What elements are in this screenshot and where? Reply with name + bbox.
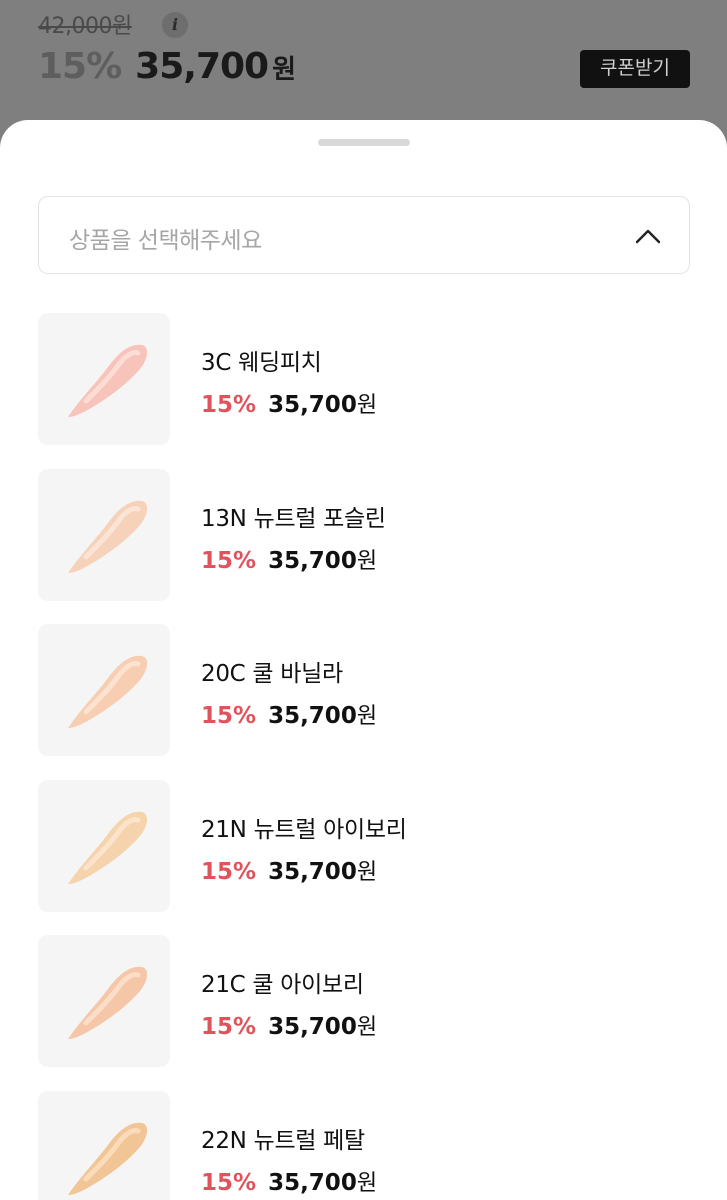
swatch-thumbnail [38,468,170,601]
option-currency-unit: 원 [356,1170,378,1196]
swatch-image [68,655,148,728]
option-discount-rate: 15% [201,547,257,574]
option-price: 35,700 [268,392,357,418]
sale-price: 35,700 [135,46,269,87]
sheet-grab-handle[interactable] [318,139,410,146]
swatch-image [68,811,148,884]
option-select-dropdown[interactable]: 상품을 선택해주세요 [38,196,690,274]
option-currency-unit: 원 [356,393,378,418]
swatch-thumbnail [38,1090,170,1200]
option-price-line: 15% 35,700 원 [201,387,377,419]
option-name: 13N 뉴트럴 포슬린 [201,505,386,532]
option-price: 35,700 [268,858,357,885]
option-item[interactable]: 3C 웨딩피치 15% 35,700 원 [38,313,690,469]
option-name: 3C 웨딩피치 [201,350,322,376]
swatch-thumbnail [38,779,170,912]
option-name: 20C 쿨 바닐라 [201,661,343,687]
option-price-line: 15% 35,700 원 [201,698,377,730]
option-price: 35,700 [268,1169,357,1196]
option-discount-rate: 15% [201,1014,257,1040]
option-currency-unit: 원 [356,704,378,729]
option-list: 3C 웨딩피치 15% 35,700 원 13N 뉴트럴 포슬린 15% 35,7… [38,313,690,1200]
swatch-thumbnail [38,935,170,1067]
option-item[interactable]: 21C 쿨 아이보리 15% 35,700 원 [38,935,690,1091]
option-price: 35,700 [268,1014,357,1040]
sale-price-line: 15% 35,700 원 [38,46,296,87]
option-discount-rate: 15% [201,703,257,729]
currency-unit: 원 [272,55,297,85]
discount-rate: 15% [38,46,122,87]
option-bottom-sheet: 상품을 선택해주세요 3C 웨딩피치 15% 35,700 원 13N 뉴트럴 포… [0,120,727,1200]
option-price-line: 15% 35,700 원 [201,1165,377,1197]
option-item[interactable]: 20C 쿨 바닐라 15% 35,700 원 [38,624,690,780]
option-price: 35,700 [268,547,357,574]
product-price-header: 42,000원 i 15% 35,700 원 쿠폰받기 [0,0,727,140]
option-discount-rate: 15% [201,858,257,885]
option-item[interactable]: 21N 뉴트럴 아이보리 15% 35,700 원 [38,779,690,936]
swatch-image [68,966,148,1039]
chevron-up-icon[interactable] [635,223,661,249]
option-currency-unit: 원 [356,859,378,885]
option-price-line: 15% 35,700 원 [201,543,377,575]
swatch-image [68,1122,148,1195]
info-icon[interactable]: i [162,12,188,38]
select-placeholder: 상품을 선택해주세요 [69,228,262,254]
option-item[interactable]: 13N 뉴트럴 포슬린 15% 35,700 원 [38,468,690,625]
option-item[interactable]: 22N 뉴트럴 페탈 15% 35,700 원 [38,1090,690,1200]
option-name: 22N 뉴트럴 페탈 [201,1127,365,1154]
option-price-line: 15% 35,700 원 [201,854,377,886]
option-name: 21N 뉴트럴 아이보리 [201,816,407,843]
swatch-image [68,500,148,573]
coupon-button[interactable]: 쿠폰받기 [580,50,690,88]
option-price: 35,700 [268,703,357,729]
option-currency-unit: 원 [356,1015,378,1040]
option-name: 21C 쿨 아이보리 [201,972,364,998]
swatch-thumbnail [38,624,170,756]
swatch-image [68,344,148,417]
option-currency-unit: 원 [356,548,378,574]
option-price-line: 15% 35,700 원 [201,1009,377,1041]
original-price: 42,000원 [38,14,132,39]
option-discount-rate: 15% [201,1169,257,1196]
swatch-thumbnail [38,313,170,445]
option-discount-rate: 15% [201,392,257,418]
